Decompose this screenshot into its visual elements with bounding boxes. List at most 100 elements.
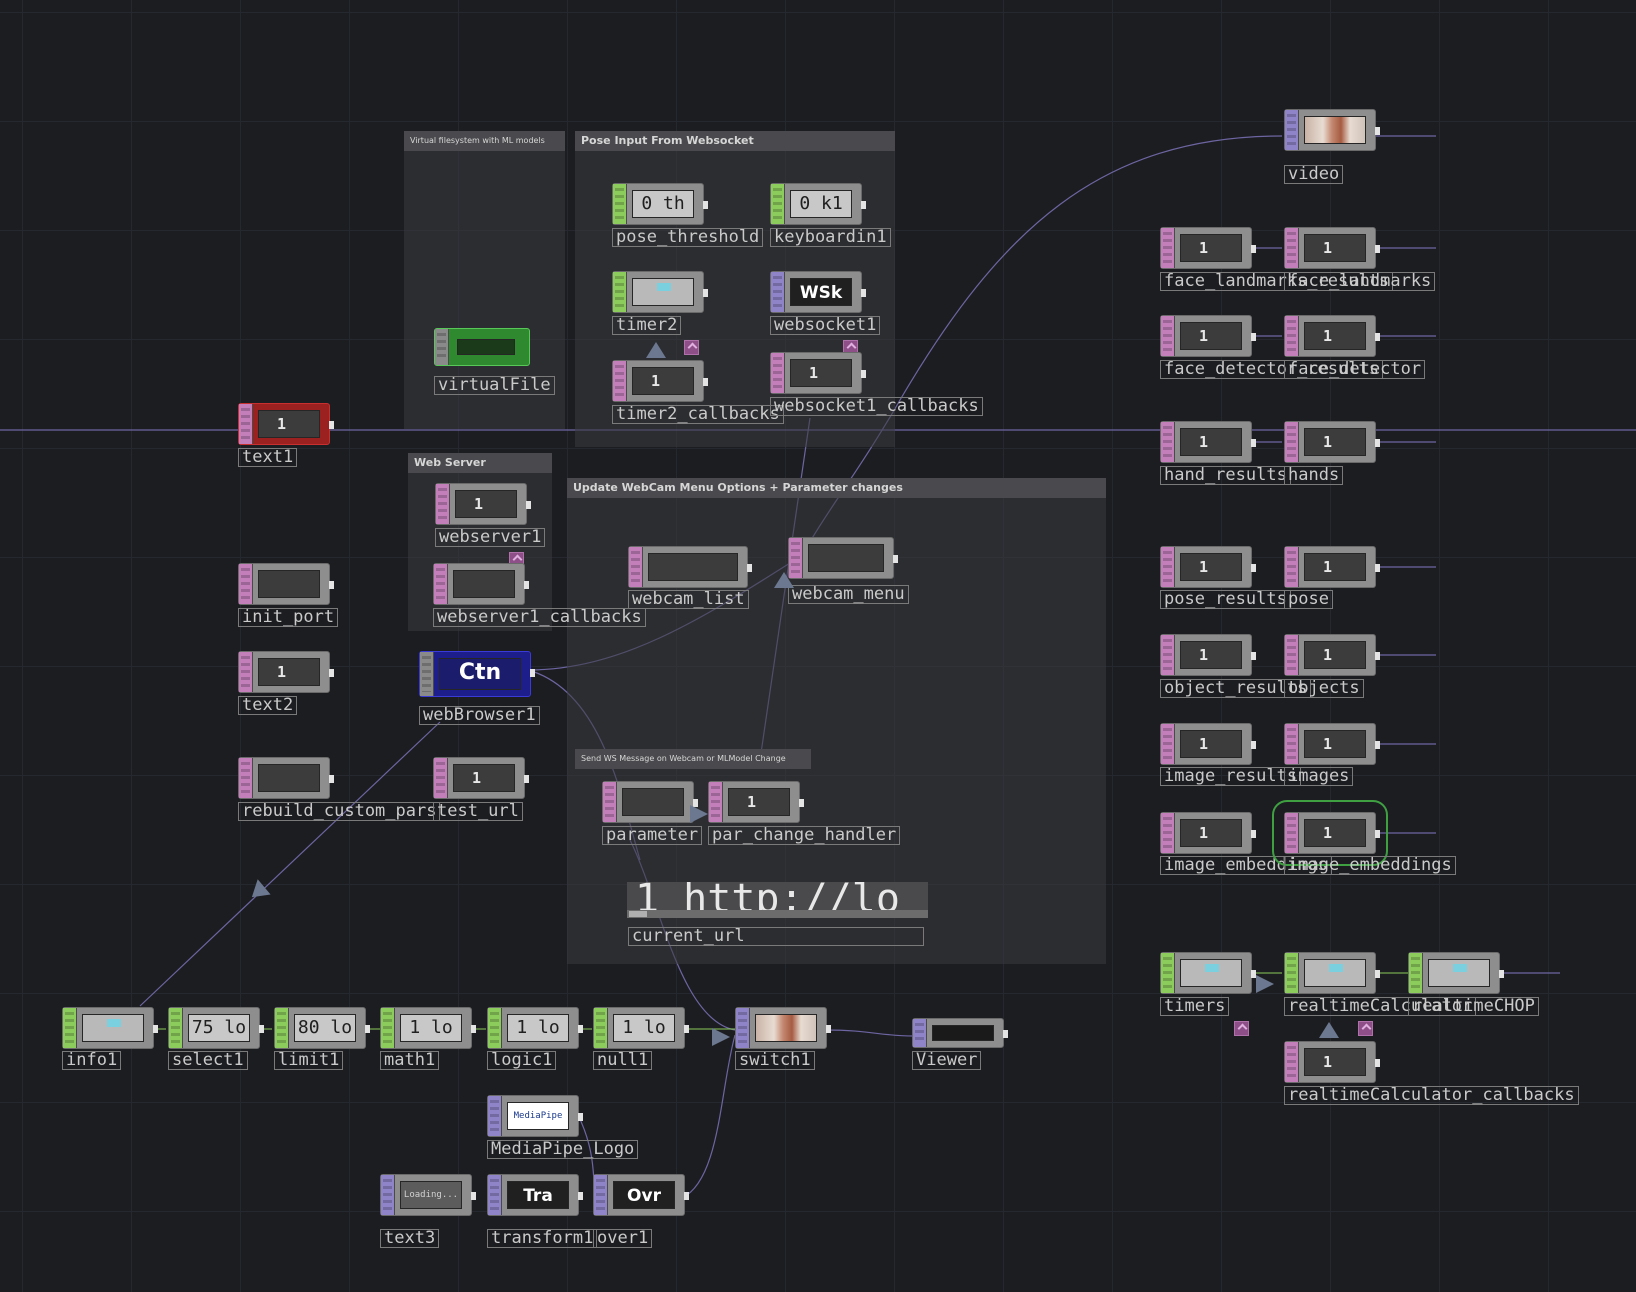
realtime-chop-label: realtimeCHOP xyxy=(1408,997,1539,1016)
pose-label: pose xyxy=(1284,590,1333,609)
text3-label: text3 xyxy=(380,1229,440,1248)
timer2-node[interactable] xyxy=(612,271,708,313)
pose-threshold-node[interactable]: 0 th xyxy=(612,183,708,225)
current-url-label: current_url xyxy=(628,927,924,946)
realtime-chop-node[interactable] xyxy=(1408,952,1504,994)
current-url-scrollbar[interactable] xyxy=(627,910,928,918)
wire-switch-viewer xyxy=(825,1029,915,1037)
annotation-vfs-title: Virtual filesystem with ML models xyxy=(404,131,565,151)
null1-node[interactable]: 1 lo xyxy=(593,1007,689,1049)
video-node[interactable] xyxy=(1284,109,1380,151)
face-landmarks-results-node[interactable]: 1 xyxy=(1160,227,1256,269)
select1-node[interactable]: 75 lo xyxy=(168,1007,264,1049)
webcam-menu-label: webcam_menu xyxy=(788,585,909,604)
realtime-calculator-node[interactable] xyxy=(1284,952,1380,994)
webcam-list-node[interactable] xyxy=(628,546,752,588)
logic1-label: logic1 xyxy=(487,1051,557,1070)
arrow-up-icon xyxy=(1319,1022,1339,1038)
info1-node[interactable] xyxy=(62,1007,158,1049)
limit1-node[interactable]: 80 lo xyxy=(274,1007,370,1049)
pose-threshold-label: pose_threshold xyxy=(612,228,764,247)
init-port-node[interactable] xyxy=(238,563,334,605)
webcam-list-label: webcam_list xyxy=(628,590,749,609)
image-embeddings-results-node[interactable]: 1 xyxy=(1160,812,1256,854)
math1-label: math1 xyxy=(380,1051,440,1070)
object-results-node[interactable]: 1 xyxy=(1160,634,1256,676)
over1-node[interactable]: Ovr xyxy=(593,1174,689,1216)
viewer-label: Viewer xyxy=(912,1051,982,1070)
websocket1-callbacks-node[interactable]: 1 xyxy=(770,352,866,394)
par-change-handler-label: par_change_handler xyxy=(708,826,901,845)
annotation-pose-input-title: Pose Input From Websocket xyxy=(575,131,895,151)
math1-node[interactable]: 1 lo xyxy=(380,1007,476,1049)
arrow-up-icon xyxy=(245,879,271,905)
webserver1-callbacks-node[interactable] xyxy=(433,563,529,605)
annotation-ws-message: Send WS Message on Webcam or MLModel Cha… xyxy=(575,749,811,769)
hands-node[interactable]: 1 xyxy=(1284,421,1380,463)
video-preview xyxy=(1304,116,1366,144)
test-url-label: test_url xyxy=(433,802,523,821)
switch1-label: switch1 xyxy=(735,1051,815,1070)
web-browser1-node[interactable]: Ctn xyxy=(419,651,535,697)
timers-node[interactable] xyxy=(1160,952,1256,994)
annotation-web-server-title: Web Server xyxy=(408,453,552,473)
test-url-node[interactable]: 1 xyxy=(433,757,529,799)
realtime-calculator-callback-toggle[interactable] xyxy=(1358,1021,1373,1036)
timer2-label: timer2 xyxy=(612,316,682,335)
webserver1-node[interactable]: 1 xyxy=(435,483,531,525)
over1-label: over1 xyxy=(593,1229,653,1248)
timer2-callbacks-label: timer2_callbacks xyxy=(612,405,784,424)
transform1-node[interactable]: Tra xyxy=(487,1174,583,1216)
parameter-node[interactable] xyxy=(602,781,698,823)
virtual-file-label: virtualFile xyxy=(434,376,555,395)
mediapipe-logo-node[interactable]: MediaPipe xyxy=(487,1095,583,1137)
image-results-label: image_results xyxy=(1160,767,1302,786)
virtual-file-node[interactable] xyxy=(434,328,530,366)
image-embeddings-node[interactable]: 1 xyxy=(1272,800,1388,866)
timer2-callback-toggle[interactable] xyxy=(684,340,699,355)
pose-results-label: pose_results xyxy=(1160,590,1291,609)
init-port-label: init_port xyxy=(238,608,339,627)
parameter-label: parameter xyxy=(602,826,703,845)
arrow-up-icon xyxy=(646,342,666,358)
rebuild-custom-pars-label: rebuild_custom_pars xyxy=(238,802,441,821)
timer2-callbacks-node[interactable]: 1 xyxy=(612,360,708,402)
objects-label: objects xyxy=(1284,679,1364,698)
websocket1-label: websocket1 xyxy=(770,316,881,335)
arrow-right-icon xyxy=(1256,975,1274,993)
text3-node[interactable]: Loading... xyxy=(380,1174,476,1216)
transform1-label: transform1 xyxy=(487,1229,598,1248)
pose-node[interactable]: 1 xyxy=(1284,546,1380,588)
arrow-right-icon xyxy=(690,805,708,823)
annotation-ws-message-title: Send WS Message on Webcam or MLModel Cha… xyxy=(575,749,811,769)
face-detector-node[interactable]: 1 xyxy=(1284,315,1380,357)
objects-node[interactable]: 1 xyxy=(1284,634,1380,676)
viewer-node[interactable] xyxy=(912,1018,1008,1048)
switch1-node[interactable] xyxy=(735,1007,831,1049)
par-change-handler-node[interactable]: 1 xyxy=(708,781,804,823)
face-detector-results-node[interactable]: 1 xyxy=(1160,315,1256,357)
arrow-right-icon xyxy=(712,1028,730,1046)
webserver1-label: webserver1 xyxy=(435,528,546,547)
webcam-menu-node[interactable] xyxy=(788,537,898,579)
keyboardin1-node[interactable]: 0 k1 xyxy=(770,183,866,225)
webserver1-callbacks-label: webserver1_callbacks xyxy=(433,608,646,627)
limit1-label: limit1 xyxy=(274,1051,344,1070)
hand-results-node[interactable]: 1 xyxy=(1160,421,1256,463)
websocket1-node[interactable]: WSk xyxy=(770,271,866,313)
text2-node[interactable]: 1 xyxy=(238,651,334,693)
null1-label: null1 xyxy=(593,1051,653,1070)
text1-node[interactable]: 1 xyxy=(238,403,334,445)
logic1-node[interactable]: 1 lo xyxy=(487,1007,583,1049)
current-url-viewer[interactable]: 1 http://lo xyxy=(627,882,928,918)
pose-results-node[interactable]: 1 xyxy=(1160,546,1256,588)
realtime-calculator-callbacks-node[interactable]: 1 xyxy=(1284,1041,1380,1083)
images-node[interactable]: 1 xyxy=(1284,723,1380,765)
timers-label: timers xyxy=(1160,997,1230,1016)
timers-callback-toggle[interactable] xyxy=(1234,1021,1249,1036)
face-landmarks-node[interactable]: 1 xyxy=(1284,227,1380,269)
select1-label: select1 xyxy=(168,1051,248,1070)
rebuild-custom-pars-node[interactable] xyxy=(238,757,334,799)
image-results-node[interactable]: 1 xyxy=(1160,723,1256,765)
images-label: images xyxy=(1284,767,1354,786)
